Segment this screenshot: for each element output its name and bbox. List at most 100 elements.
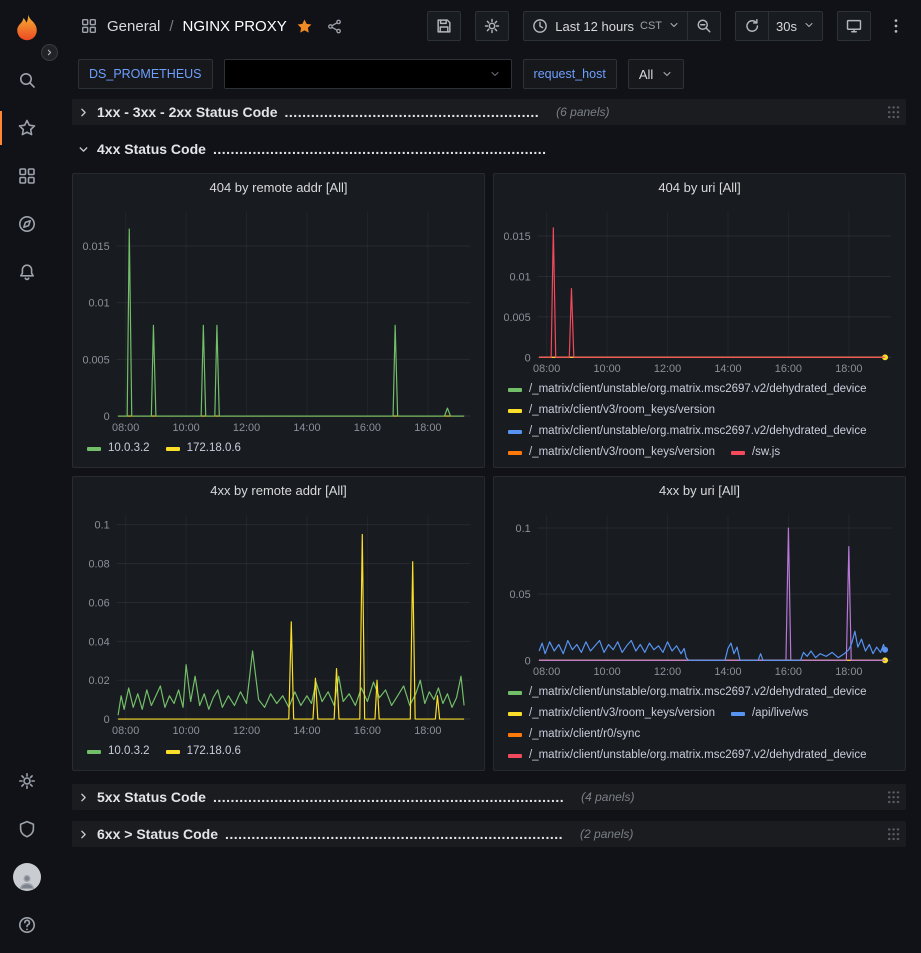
zoom-out-time-button[interactable]: [687, 11, 721, 41]
dashboard-link-request-host[interactable]: request_host: [523, 59, 617, 89]
svg-text:12:00: 12:00: [654, 666, 681, 678]
sidebar-expand-button[interactable]: [41, 44, 58, 61]
panel-4xx-by-uri: 4xx by uri [All] 08:0010:0012:0014:0016:…: [493, 476, 906, 771]
sidebar-item-dashboards[interactable]: [0, 152, 54, 200]
panel-title[interactable]: 404 by remote addr [All]: [73, 174, 484, 201]
time-range-label: Last 12 hours: [555, 19, 634, 34]
legend-item[interactable]: 172.18.0.6: [166, 438, 241, 459]
chevron-down-icon: [803, 19, 815, 34]
refresh-interval-picker[interactable]: 30s: [768, 11, 823, 41]
row-title: 4xx Status Code: [97, 141, 206, 157]
time-range-picker[interactable]: Last 12 hours CST: [523, 11, 688, 41]
svg-text:0: 0: [525, 655, 531, 667]
dashboard-row-4xx[interactable]: 4xx Status Code ........................…: [72, 136, 906, 162]
panel-title[interactable]: 404 by uri [All]: [494, 174, 905, 201]
legend-series-label: /_matrix/client/v3/room_keys/version: [529, 442, 715, 463]
share-icon[interactable]: [326, 18, 343, 35]
legend-item[interactable]: /_matrix/client/unstable/org.matrix.msc2…: [508, 421, 867, 442]
avatar: [13, 863, 41, 891]
svg-text:12:00: 12:00: [233, 725, 260, 737]
legend-item[interactable]: /_matrix/client/v3/room_keys/version: [508, 703, 715, 724]
sidebar-item-search[interactable]: [0, 56, 54, 104]
legend-series-label: 172.18.0.6: [187, 438, 241, 459]
svg-text:14:00: 14:00: [714, 363, 741, 375]
svg-text:08:00: 08:00: [533, 666, 560, 678]
cycle-view-mode-button[interactable]: [837, 11, 871, 41]
legend-item[interactable]: /_matrix/client/unstable/org.matrix.msc2…: [508, 745, 867, 766]
more-options-button[interactable]: [885, 11, 907, 41]
legend-series-marker: [731, 451, 745, 455]
dashboard-row-1xx-3xx-2xx[interactable]: 1xx - 3xx - 2xx Status Code ............…: [72, 99, 906, 125]
dashboard-title[interactable]: NGINX PROXY: [183, 18, 287, 35]
shield-icon: [17, 819, 37, 839]
row-title-dots: ........................................…: [213, 789, 564, 805]
legend-series-marker: [87, 447, 101, 451]
legend-series-label: /_matrix/client/unstable/org.matrix.msc2…: [529, 379, 867, 400]
legend-series-marker: [508, 451, 522, 455]
legend-series-marker: [508, 430, 522, 434]
svg-text:0.01: 0.01: [509, 271, 530, 283]
variable-ds-prometheus[interactable]: DS_PROMETHEUS: [78, 59, 213, 89]
refresh-button[interactable]: [735, 11, 769, 41]
legend-series-label: 172.18.0.6: [187, 741, 241, 762]
svg-text:0: 0: [525, 352, 531, 364]
refresh-controls: 30s: [735, 11, 823, 41]
compass-icon: [17, 214, 37, 234]
legend-item[interactable]: 10.0.3.2: [87, 741, 150, 762]
row-drag-handle[interactable]: [887, 827, 900, 841]
dashboard-row-6xx[interactable]: 6xx > Status Code ......................…: [72, 821, 906, 847]
gear-icon: [17, 771, 37, 791]
legend-item[interactable]: /_matrix/client/v3/room_keys/version: [508, 400, 715, 421]
topbar-actions: Last 12 hours CST 30s: [427, 11, 907, 41]
monitor-icon: [845, 17, 863, 35]
time-series-plot[interactable]: 08:0010:0012:0014:0016:0018:0000.0050.01…: [494, 201, 905, 378]
gear-icon: [483, 17, 501, 35]
chevron-right-icon: [77, 791, 90, 804]
sidebar-item-profile[interactable]: [0, 853, 54, 901]
row-drag-handle[interactable]: [887, 790, 900, 804]
legend-item[interactable]: /sw.js: [731, 442, 780, 463]
sidebar-item-configuration[interactable]: [0, 757, 54, 805]
grafana-logo[interactable]: [10, 12, 44, 46]
row-panel-count: (6 panels): [556, 105, 609, 119]
legend-item[interactable]: /api/live/ws: [731, 703, 808, 724]
sidebar-item-server-admin[interactable]: [0, 805, 54, 853]
save-icon: [435, 17, 453, 35]
variable-ds-value-dropdown[interactable]: [224, 59, 512, 89]
chevron-right-icon: [77, 828, 90, 841]
time-series-plot[interactable]: 08:0010:0012:0014:0016:0018:0000.0050.01…: [73, 201, 484, 437]
legend-series-marker: [508, 388, 522, 392]
legend-item[interactable]: /_matrix/client/v3/room_keys/version: [508, 442, 715, 463]
legend-item[interactable]: /_matrix/client/unstable/org.matrix.msc2…: [508, 379, 867, 400]
legend-item[interactable]: /_matrix/client/unstable/org.matrix.msc2…: [508, 682, 867, 703]
dashboard-row-5xx[interactable]: 5xx Status Code ........................…: [72, 784, 906, 810]
legend-item[interactable]: 172.18.0.6: [166, 741, 241, 762]
link-label: request_host: [534, 67, 606, 81]
svg-text:08:00: 08:00: [112, 725, 139, 737]
star-icon: [17, 118, 37, 138]
panel-legend: 10.0.3.2 172.18.0.6: [73, 740, 484, 770]
time-series-plot[interactable]: 08:0010:0012:0014:0016:0018:0000.020.040…: [73, 504, 484, 740]
sidebar-item-help[interactable]: [0, 901, 54, 949]
sidebar-item-starred[interactable]: [0, 104, 54, 152]
time-controls: Last 12 hours CST: [523, 11, 721, 41]
save-dashboard-button[interactable]: [427, 11, 461, 41]
variable-request-host-dropdown[interactable]: All: [628, 59, 684, 89]
legend-item[interactable]: /_matrix/client/r0/sync: [508, 724, 640, 745]
panel-title[interactable]: 4xx by uri [All]: [494, 477, 905, 504]
row-title: 5xx Status Code: [97, 789, 206, 805]
svg-text:08:00: 08:00: [533, 363, 560, 375]
legend-item[interactable]: 10.0.3.2: [87, 438, 150, 459]
row-drag-handle[interactable]: [887, 105, 900, 119]
breadcrumb-folder[interactable]: General: [107, 18, 160, 35]
dashboard-settings-button[interactable]: [475, 11, 509, 41]
svg-text:14:00: 14:00: [293, 422, 320, 434]
time-series-plot[interactable]: 08:0010:0012:0014:0016:0018:0000.050.1: [494, 504, 905, 681]
favorite-star-icon[interactable]: [296, 18, 313, 35]
person-icon: [17, 871, 37, 891]
sidebar-item-explore[interactable]: [0, 200, 54, 248]
sidebar-item-alerting[interactable]: [0, 248, 54, 296]
panel-title[interactable]: 4xx by remote addr [All]: [73, 477, 484, 504]
search-icon: [17, 70, 37, 90]
legend-series-label: /sw.js: [752, 442, 780, 463]
